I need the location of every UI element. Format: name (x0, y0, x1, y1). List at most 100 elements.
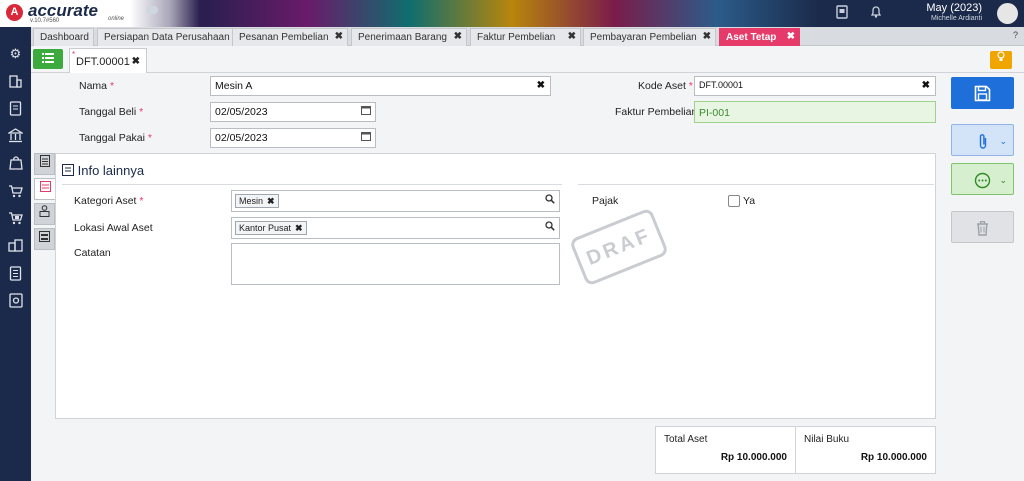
chevron-down-icon: ⌄ (999, 175, 1007, 185)
close-icon[interactable]: ✖ (703, 31, 711, 42)
user-area: May (2023) Michelle Ardianti (826, 0, 1024, 27)
list-button[interactable] (33, 49, 63, 69)
remove-icon[interactable]: ✖ (267, 196, 275, 206)
settings-icon[interactable]: ⚙ (7, 45, 24, 62)
title-text: Info lainnya (77, 163, 145, 178)
kategori-chip: Mesin ✖ (235, 194, 279, 208)
close-icon[interactable]: ✖ (454, 31, 462, 42)
cloud-icon (146, 6, 158, 14)
required-mark: * (147, 132, 152, 144)
tab-pembayaran-pembelian[interactable]: Pembayaran Pembelian ✖ (583, 28, 716, 46)
lightbulb-icon[interactable] (990, 51, 1012, 69)
delete-button[interactable] (951, 211, 1014, 243)
label-text: Kode Aset (638, 80, 686, 92)
total-aset-value: Rp 10.000.000 (720, 452, 787, 463)
input-value: DFT.00001 (699, 80, 744, 90)
save-button[interactable] (951, 77, 1014, 109)
kode-aset-input[interactable]: DFT.00001 ✖ (694, 76, 936, 96)
attachment-button[interactable]: ⌄ (951, 124, 1014, 156)
tab-aset-tetap[interactable]: Aset Tetap ✖ (719, 28, 800, 46)
tab-dashboard[interactable]: Dashboard (33, 28, 94, 46)
warehouse-icon[interactable] (7, 238, 24, 255)
input-value: PI-001 (699, 107, 730, 119)
dashboard-settings-icon[interactable] (7, 293, 24, 310)
tab-pesanan-pembelian[interactable]: Pesanan Pembelian ✖ (232, 28, 348, 46)
help-icon[interactable]: ? (1013, 30, 1018, 40)
doc-tab[interactable]: * DFT.00001 ✖ (69, 48, 147, 73)
calendar-icon[interactable] (361, 131, 371, 144)
tab-label: Pembayaran Pembelian (590, 32, 697, 43)
document-icon[interactable] (834, 5, 850, 21)
sales-bag-icon[interactable] (7, 155, 24, 172)
close-icon[interactable]: ✖ (335, 31, 343, 42)
label-text: Nama (79, 80, 108, 92)
search-icon[interactable] (545, 194, 555, 207)
accurate-logo-icon: A (6, 4, 23, 21)
app-version: v.10.7#560 (30, 18, 60, 24)
calendar-icon[interactable] (361, 105, 371, 118)
lokasi-awal-input[interactable]: Kantor Pusat ✖ (231, 217, 560, 239)
summary-box: Total Aset Rp 10.000.000 Nilai Buku Rp 1… (655, 426, 936, 474)
pajak-label: Pajak (592, 195, 619, 207)
required-mark: * (688, 80, 693, 92)
catatan-textarea[interactable] (231, 243, 560, 285)
period-label[interactable]: May (2023) (926, 2, 982, 14)
kategori-aset-input[interactable]: Mesin ✖ (231, 190, 560, 212)
user-name[interactable]: Michelle Ardianti (931, 15, 982, 22)
side-tab-history[interactable] (34, 228, 55, 250)
more-options-button[interactable]: ⌄ (951, 163, 1014, 195)
report-icon[interactable] (7, 266, 24, 283)
divider (62, 184, 562, 185)
pajak-checkbox[interactable] (728, 195, 740, 207)
tab-label: Aset Tetap (726, 32, 777, 43)
lokasi-chip: Kantor Pusat ✖ (235, 221, 307, 235)
module-tabs: Dashboard Persiapan Data Perusahaan Pesa… (31, 27, 1024, 46)
input-value: 02/05/2023 (215, 132, 268, 144)
avatar[interactable] (997, 3, 1018, 24)
top-bar: A accurate v.10.7#560 online May (2023) … (0, 0, 1024, 27)
close-icon[interactable]: ✖ (787, 31, 795, 42)
bank-icon[interactable] (6, 128, 25, 145)
pajak-option-label: Ya (743, 195, 756, 207)
search-icon[interactable] (545, 221, 555, 234)
tab-label: Penerimaan Barang (358, 32, 447, 43)
logo-area: A accurate v.10.7#560 online (0, 0, 200, 27)
divider (578, 184, 934, 185)
input-value: 02/05/2023 (215, 106, 268, 118)
company-icon[interactable] (7, 73, 24, 90)
side-tab-info[interactable] (34, 178, 55, 200)
total-aset-column: Total Aset Rp 10.000.000 (656, 427, 796, 473)
clear-icon[interactable]: ✖ (537, 80, 545, 91)
faktur-pembelian-link[interactable]: PI-001 (694, 101, 936, 123)
tanggal-pakai-label: Tanggal Pakai * (79, 132, 152, 144)
shipping-cart-icon[interactable] (7, 211, 24, 228)
chip-text: Mesin (239, 196, 264, 206)
tab-penerimaan-barang[interactable]: Penerimaan Barang ✖ (351, 28, 467, 46)
lokasi-awal-label: Lokasi Awal Aset (74, 222, 153, 234)
side-tab-depreciation[interactable] (34, 203, 55, 225)
side-tab-general[interactable] (34, 153, 55, 175)
doc-tab-label: DFT.00001 (76, 56, 130, 68)
close-icon[interactable]: ✖ (568, 31, 576, 42)
chevron-down-icon: ⌄ (999, 136, 1007, 146)
paperclip-icon (979, 134, 986, 149)
label-text: Kategori Aset (74, 195, 137, 207)
clear-icon[interactable]: ✖ (922, 80, 930, 91)
nilai-buku-value: Rp 10.000.000 (860, 452, 927, 463)
tanggal-beli-label: Tanggal Beli * (79, 106, 143, 118)
required-mark: * (109, 80, 115, 92)
remove-icon[interactable]: ✖ (295, 223, 303, 233)
ledger-icon[interactable] (7, 101, 24, 118)
nama-input[interactable]: Mesin A ✖ (210, 76, 551, 96)
bell-icon[interactable] (868, 5, 884, 21)
tanggal-pakai-input[interactable]: 02/05/2023 (210, 128, 376, 148)
tab-label: Faktur Pembelian (477, 32, 556, 43)
nilai-buku-label: Nilai Buku (804, 434, 850, 445)
tanggal-beli-input[interactable]: 02/05/2023 (210, 102, 376, 122)
close-icon[interactable]: ✖ (132, 56, 140, 67)
cart-icon[interactable] (7, 184, 24, 201)
kode-aset-label: Kode Aset * (638, 80, 693, 92)
input-value: Mesin A (215, 80, 253, 92)
label-text: Tanggal Pakai (79, 132, 145, 144)
tab-faktur-pembelian[interactable]: Faktur Pembelian ✖ (470, 28, 581, 46)
